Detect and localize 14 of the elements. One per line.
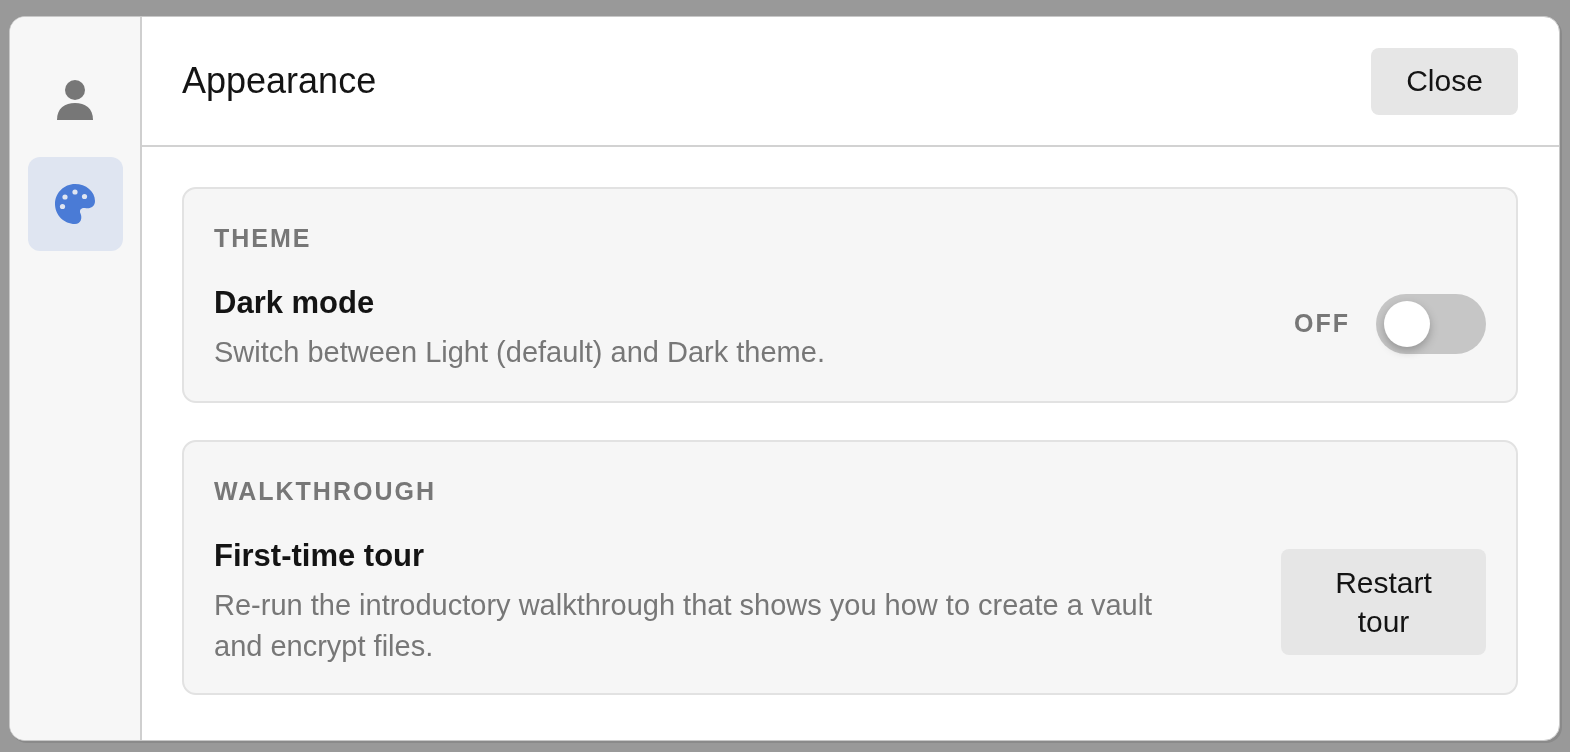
person-icon	[57, 80, 93, 120]
setting-description: Re-run the introductory walkthrough that shows you how to create a vault and encrypt files.	[214, 588, 1154, 664]
palette-icon	[55, 184, 95, 224]
restart-tour-button[interactable]: Restart tour	[1281, 549, 1486, 655]
setting-title: First-time tour	[214, 537, 426, 575]
section-heading: WALKTHROUGH	[214, 476, 437, 507]
close-button[interactable]: Close	[1371, 47, 1518, 115]
appearance-tab[interactable]	[27, 157, 123, 251]
section-heading: THEME	[214, 223, 313, 254]
setting-title: Dark mode	[214, 284, 376, 322]
setting-description: Switch between Light (default) and Dark theme.	[214, 335, 825, 370]
toggle-state-label: OFF	[1294, 309, 1350, 338]
page-title: Appearance	[182, 60, 377, 102]
profile-tab[interactable]	[57, 80, 93, 120]
